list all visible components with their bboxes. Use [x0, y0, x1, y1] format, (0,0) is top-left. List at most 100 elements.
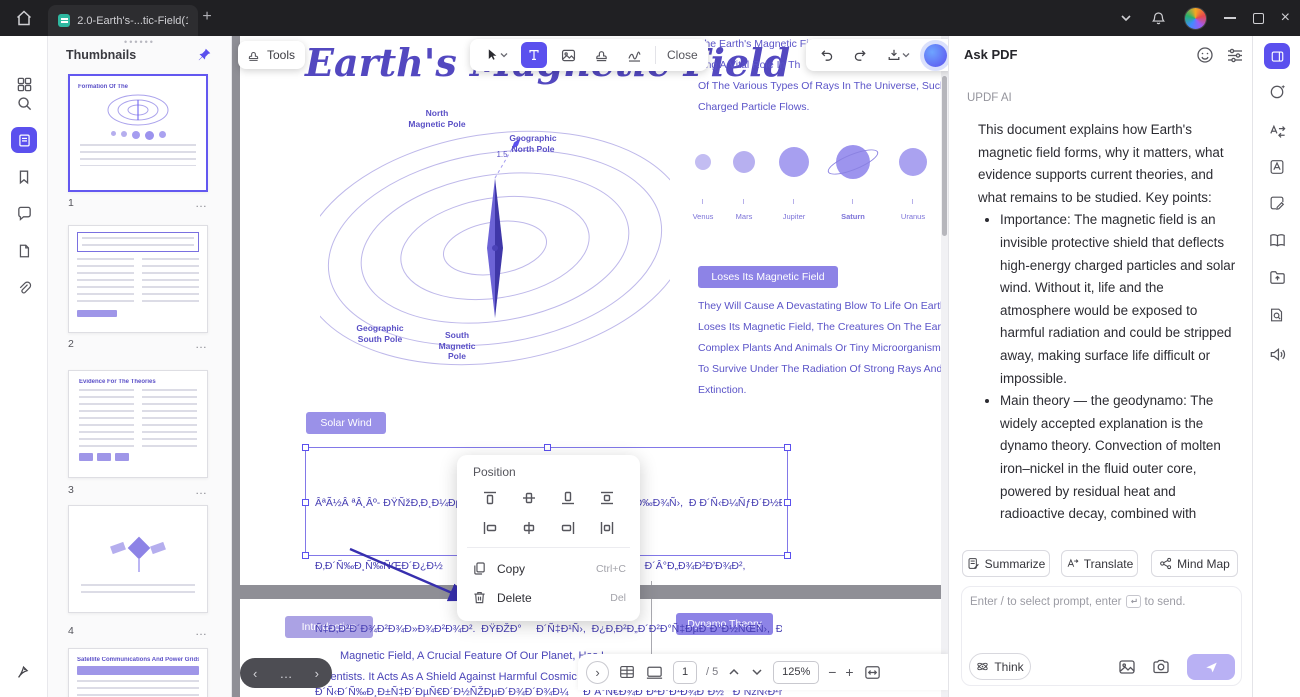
thumbnail-page-3[interactable]: Evidence For The Theories — [68, 370, 208, 478]
nav-previous-icon[interactable]: ‹ — [253, 666, 257, 681]
ai-panel-toggle[interactable] — [1264, 43, 1290, 69]
save-export-icon[interactable] — [882, 43, 914, 67]
prompt-input[interactable]: Enter / to select prompt, enter to send.… — [961, 586, 1242, 686]
screenshot-icon[interactable] — [1151, 657, 1171, 677]
reader-view-icon[interactable] — [1266, 229, 1288, 251]
redo-icon[interactable] — [848, 43, 872, 67]
thumbnail-3-chips — [79, 453, 197, 461]
align-left-icon[interactable] — [481, 519, 499, 537]
updf-ai-toggle-icon[interactable] — [924, 43, 947, 67]
sidebar-item-thumbnails[interactable] — [11, 127, 37, 153]
page-total: / 5 — [706, 666, 719, 678]
export-folder-icon[interactable] — [1266, 266, 1288, 288]
comment-icon[interactable] — [13, 202, 35, 224]
insert-image-icon[interactable] — [1117, 657, 1137, 677]
minimize-button[interactable] — [1223, 17, 1236, 19]
bell-icon[interactable] — [1150, 10, 1167, 27]
label-north-magnetic-pole: North Magnetic Pole — [408, 108, 466, 129]
resize-handle-ne[interactable] — [784, 444, 791, 451]
distribute-horizontal-icon[interactable] — [598, 519, 616, 537]
context-menu-delete[interactable]: Delete Del — [457, 583, 640, 612]
home-icon[interactable] — [14, 8, 34, 28]
previous-page-icon[interactable] — [727, 665, 741, 679]
signature-pen-icon[interactable] — [13, 661, 35, 683]
avatar[interactable] — [1183, 6, 1207, 30]
maximize-button[interactable] — [1252, 12, 1264, 24]
nav-more-icon[interactable]: … — [280, 666, 293, 681]
resize-handle-sw[interactable] — [302, 552, 309, 559]
thumbnail-4-number: 4 — [68, 625, 74, 637]
document-search-icon[interactable] — [1266, 304, 1288, 326]
pin-icon[interactable] — [195, 46, 213, 64]
annotate-export-icon[interactable] — [1266, 192, 1288, 214]
chevron-down-icon[interactable] — [1119, 11, 1133, 25]
resize-handle-nw[interactable] — [302, 444, 309, 451]
distribute-vertical-icon[interactable] — [598, 489, 616, 507]
close-window-button[interactable]: × — [1281, 10, 1290, 26]
table-view-icon[interactable] — [618, 663, 636, 681]
translate-page-icon[interactable] — [1266, 156, 1288, 178]
context-menu-copy[interactable]: Copy Ctrl+C — [457, 554, 640, 583]
context-menu-position-label: Position — [473, 465, 516, 479]
text-select-tool[interactable] — [521, 42, 547, 68]
thumbnails-panel-title: Thumbnails — [66, 48, 137, 62]
new-tab-button[interactable]: + — [196, 6, 218, 28]
align-horizontal-center-icon[interactable] — [520, 519, 538, 537]
mind-map-button[interactable]: Mind Map — [1151, 550, 1238, 577]
translate-compare-icon[interactable] — [1266, 120, 1288, 142]
search-icon[interactable] — [13, 92, 35, 114]
stamp-tool[interactable] — [589, 43, 613, 67]
translate-button[interactable]: Translate — [1061, 550, 1138, 577]
align-right-icon[interactable] — [559, 519, 577, 537]
label-south-magnetic-pole: South Magnetic Pole — [438, 330, 476, 362]
undo-icon[interactable] — [814, 43, 838, 67]
right-sidebar-rail — [1252, 36, 1300, 697]
thumbnail-page-1[interactable]: Formation Of The — [68, 74, 208, 192]
thumbnail-page-4[interactable] — [68, 505, 208, 613]
thumbnail-2-frame — [77, 232, 199, 252]
thumbnail-4-menu[interactable]: … — [195, 624, 208, 638]
bookmark-icon[interactable] — [13, 166, 35, 188]
ai-assistant-icon[interactable] — [1266, 80, 1288, 102]
tools-button[interactable]: Tools — [238, 41, 306, 69]
image-tool[interactable] — [556, 43, 580, 67]
fit-width-icon[interactable] — [863, 663, 882, 682]
summarize-button[interactable]: Summarize — [962, 550, 1050, 577]
expand-toolbar-button[interactable]: › — [586, 660, 609, 684]
presentation-icon[interactable] — [645, 663, 664, 682]
thumbnail-4-preview — [110, 536, 166, 572]
collapsed-nav-pill[interactable]: ‹ … › — [240, 658, 332, 688]
thumbnail-1-menu[interactable]: … — [195, 196, 208, 210]
align-vertical-center-icon[interactable] — [520, 489, 538, 507]
think-toggle-button[interactable]: Think — [969, 653, 1031, 680]
page-number-input[interactable]: 1 — [673, 660, 697, 684]
resize-handle-se[interactable] — [784, 552, 791, 559]
resize-handle-w[interactable] — [302, 499, 309, 506]
resize-handle-n[interactable] — [544, 444, 551, 451]
signature-tool[interactable] — [622, 43, 646, 67]
attachment-icon[interactable] — [13, 277, 35, 299]
zoom-level[interactable]: 125% — [773, 660, 820, 684]
text-to-speech-icon[interactable] — [1266, 343, 1288, 365]
pages-icon[interactable] — [13, 240, 35, 262]
document-tab[interactable]: 2.0-Earth's-...tic-Field(1) — [48, 5, 198, 36]
zoom-out-button[interactable]: − — [828, 664, 836, 680]
feedback-smiley-icon[interactable] — [1195, 45, 1215, 65]
settings-sliders-icon[interactable] — [1225, 45, 1245, 65]
nav-next-icon[interactable]: › — [315, 666, 319, 681]
resize-handle-e[interactable] — [784, 499, 791, 506]
vertical-scrollbar[interactable] — [941, 36, 948, 697]
close-toolbar-button[interactable]: Close — [667, 48, 698, 62]
thumbnail-page-5[interactable]: Satellite Communications And Power Grids — [68, 648, 208, 697]
thumbnail-page-2[interactable] — [68, 225, 208, 333]
zoom-in-button[interactable]: + — [845, 664, 853, 680]
scrollbar-thumb[interactable] — [942, 76, 947, 236]
next-page-icon[interactable] — [750, 665, 764, 679]
select-cursor-tool[interactable] — [480, 43, 512, 67]
thumbnail-3-menu[interactable]: … — [195, 483, 208, 497]
align-top-icon[interactable] — [481, 489, 499, 507]
ai-response-bullet-2: Main theory — the geodynamo: The widely … — [1000, 390, 1236, 526]
send-button[interactable] — [1187, 654, 1235, 680]
thumbnail-2-menu[interactable]: … — [195, 337, 208, 351]
align-bottom-icon[interactable] — [559, 489, 577, 507]
